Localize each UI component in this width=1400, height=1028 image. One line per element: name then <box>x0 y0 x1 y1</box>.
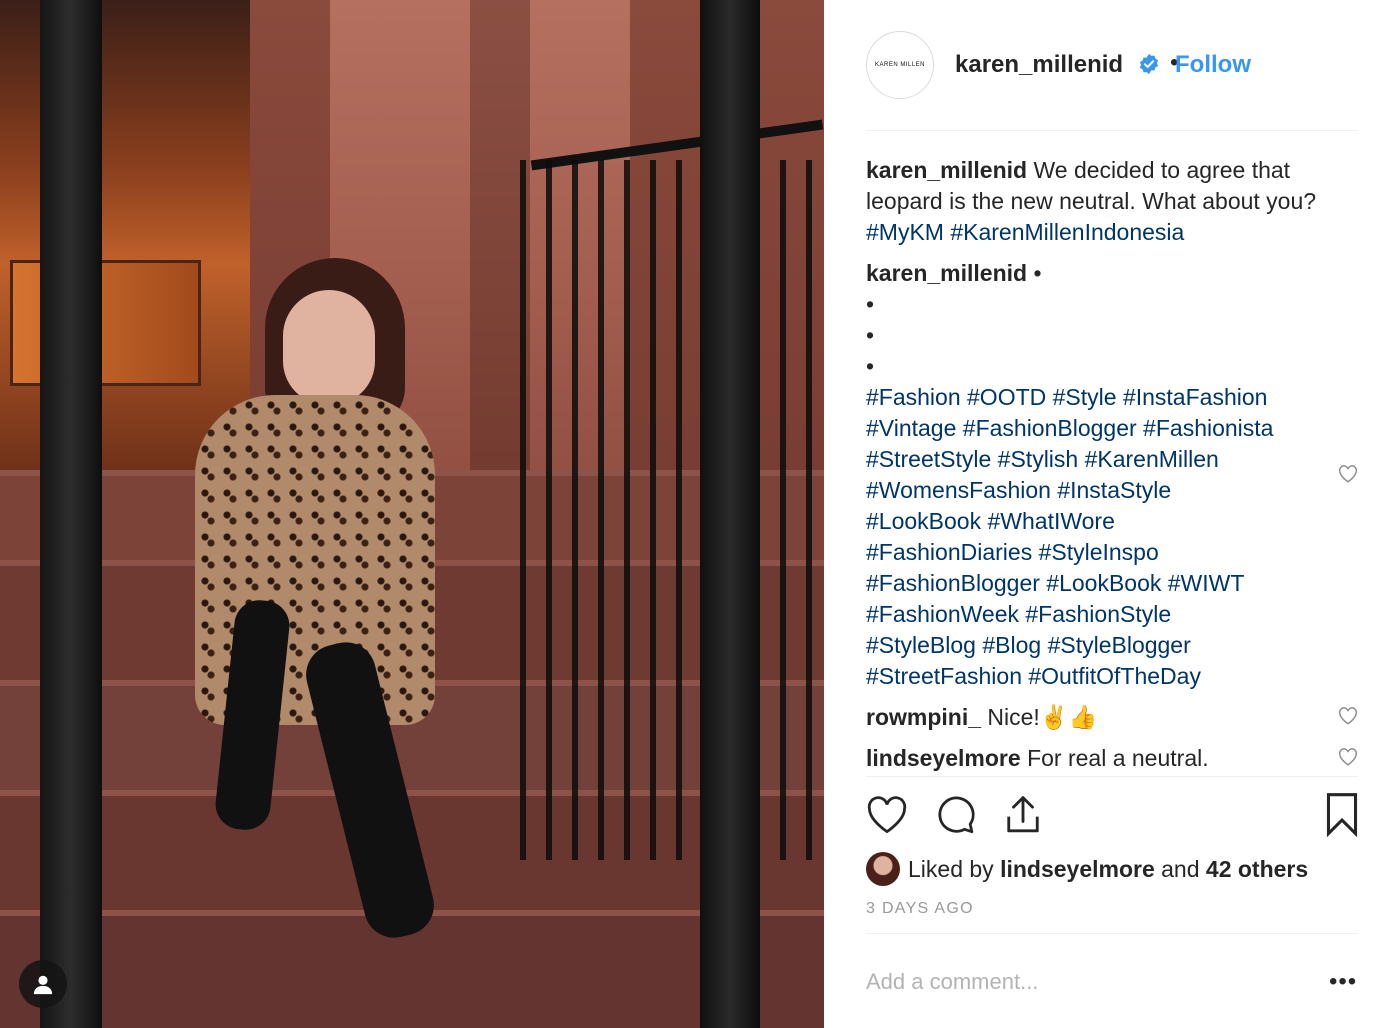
comment-username[interactable]: rowmpini_ <box>866 704 981 730</box>
likes-and: and <box>1161 855 1200 882</box>
tagged-user-button[interactable] <box>19 960 67 1008</box>
caption-hashtags[interactable]: #MyKM #KarenMillenIndonesia <box>866 219 1184 245</box>
hashtag-line[interactable]: #LookBook #WhatIWore <box>866 506 1366 537</box>
comment-username[interactable]: lindseyelmore <box>866 745 1021 771</box>
post-header: KAREN MILLEN karen_millenid • Follow <box>866 31 1358 131</box>
user-icon <box>33 975 53 995</box>
hashtag-line[interactable]: #StyleBlog #Blog #StyleBlogger <box>866 630 1366 661</box>
likes-username[interactable]: lindseyelmore <box>1000 856 1155 883</box>
hashtag-line[interactable]: #StreetFashion #OutfitOfTheDay <box>866 661 1366 692</box>
author-comment-header: karen_millenid • <box>866 258 1366 289</box>
post-photo[interactable] <box>0 0 824 1028</box>
author-comment-bullet: • <box>1033 260 1042 286</box>
like-comment-heart-icon[interactable] <box>1338 465 1358 483</box>
likes-others[interactable]: 42 others <box>1206 856 1308 883</box>
author-comment-bullet: • <box>866 353 875 379</box>
post-side-panel: KAREN MILLEN karen_millenid • Follow kar… <box>824 0 1400 1028</box>
more-icon[interactable]: ••• <box>1329 968 1357 996</box>
hashtag-line[interactable]: #FashionWeek #FashionStyle <box>866 599 1366 630</box>
account-avatar[interactable]: KAREN MILLEN <box>866 31 934 99</box>
share-icon[interactable] <box>1004 794 1042 836</box>
comment-text: For real a neutral. <box>1027 745 1209 771</box>
caption-block: karen_millenid We decided to agree that … <box>866 155 1366 692</box>
hashtag-line[interactable]: #WomensFashion #InstaStyle <box>866 475 1366 506</box>
header-divider <box>866 130 1358 131</box>
hashtag-line[interactable]: #Vintage #FashionBlogger #Fashionista <box>866 413 1366 444</box>
hashtag-line[interactable]: #StreetStyle #Stylish #KarenMillen <box>866 444 1366 475</box>
comments-divider <box>866 776 1358 777</box>
verified-icon <box>1139 53 1159 75</box>
account-username[interactable]: karen_millenid <box>955 51 1123 79</box>
comment-item: lindseyelmore For real a neutral. <box>866 743 1209 774</box>
comment-text: Nice!✌️👍 <box>987 704 1098 730</box>
caption-username[interactable]: karen_millenid <box>866 157 1027 183</box>
action-bar <box>866 793 1358 839</box>
photo-railing <box>520 160 824 860</box>
account-logo-text: KAREN MILLEN <box>874 62 925 68</box>
caption: karen_millenid We decided to agree that … <box>866 155 1366 248</box>
author-comment-username[interactable]: karen_millenid <box>866 260 1027 286</box>
likes-summary: Liked by lindseyelmore and 42 others <box>866 852 1308 886</box>
likes-prefix: Liked by <box>908 855 994 882</box>
author-comment-bullet: • <box>866 291 875 317</box>
author-comment: karen_millenid • • • • #Fashion #OOTD #S… <box>866 258 1366 692</box>
hashtag-line[interactable]: #Fashion #OOTD #Style #InstaFashion <box>866 382 1366 413</box>
follow-button[interactable]: Follow <box>1175 51 1251 79</box>
add-comment-input[interactable]: Add a comment... <box>866 969 1038 995</box>
photo-post-right <box>700 0 760 1028</box>
photo-person-face <box>283 290 375 405</box>
footer-divider <box>866 933 1358 934</box>
photo-post-left <box>40 0 102 1028</box>
comment-icon[interactable] <box>936 795 976 835</box>
hashtag-line[interactable]: #FashionDiaries #StyleInspo <box>866 537 1366 568</box>
photo-door <box>0 0 250 480</box>
hashtag-line[interactable]: #FashionBlogger #LookBook #WIWT <box>866 568 1366 599</box>
liker-avatar[interactable] <box>866 852 900 886</box>
like-comment-heart-icon[interactable] <box>1338 748 1358 766</box>
like-comment-heart-icon[interactable] <box>1338 707 1358 725</box>
bookmark-icon[interactable] <box>1325 793 1359 837</box>
author-comment-bullet: • <box>866 322 875 348</box>
heart-icon[interactable] <box>866 795 908 835</box>
comment-item: rowmpini_ Nice!✌️👍 <box>866 702 1097 733</box>
post-timestamp[interactable]: 3 DAYS AGO <box>866 900 974 918</box>
